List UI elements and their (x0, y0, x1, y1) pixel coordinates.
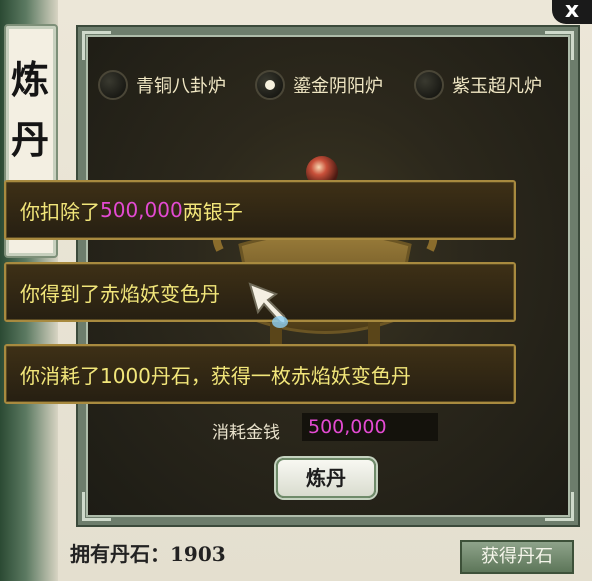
owned-stones: 拥有丹石：1903 (70, 538, 226, 567)
message-text: 你消耗了1000丹石，获得一枚赤焰妖变色丹 (20, 363, 411, 388)
frame-corner-ornament (545, 31, 574, 60)
owned-stones-label: 拥有丹石： (70, 542, 170, 566)
furnace-option-label: 紫玉超凡炉 (452, 76, 542, 97)
message-money-deducted: 你扣除了 500,000 两银子 (4, 180, 516, 240)
close-button[interactable]: x (552, 0, 592, 24)
radio-button-selected[interactable] (255, 70, 285, 100)
furnace-option-jade[interactable]: 紫玉超凡炉 (414, 70, 542, 100)
get-stones-button[interactable]: 获得丹石 (460, 540, 574, 574)
furnace-option-label: 青铜八卦炉 (136, 76, 226, 97)
furnace-option-bronze[interactable]: 青铜八卦炉 (98, 70, 226, 100)
message-amount: 500,000 (100, 198, 183, 222)
cost-label: 消耗金钱 (212, 423, 280, 443)
refine-button[interactable]: 炼丹 (276, 458, 376, 498)
message-text: 两银子 (182, 199, 243, 224)
frame-corner-ornament (82, 31, 111, 60)
alchemy-panel: 炼丹炉 x 青铜八卦炉 鎏金阴阳炉 紫玉超凡炉 (0, 0, 592, 581)
owned-stones-value: 1903 (170, 542, 226, 566)
frame-corner-ornament (545, 492, 574, 521)
cost-value: 500,000 (302, 413, 438, 441)
message-text: 你扣除了 (20, 199, 100, 224)
message-text: 你得到了赤焰妖变色丹 (20, 281, 220, 306)
frame-corner-ornament (82, 492, 111, 521)
furnace-option-label: 鎏金阴阳炉 (293, 76, 383, 97)
message-stones-consumed: 你消耗了1000丹石，获得一枚赤焰妖变色丹 (4, 344, 516, 404)
furnace-option-gilded[interactable]: 鎏金阴阳炉 (255, 70, 383, 100)
radio-button[interactable] (98, 70, 128, 100)
pointer-cursor-icon (248, 282, 288, 328)
radio-button[interactable] (414, 70, 444, 100)
